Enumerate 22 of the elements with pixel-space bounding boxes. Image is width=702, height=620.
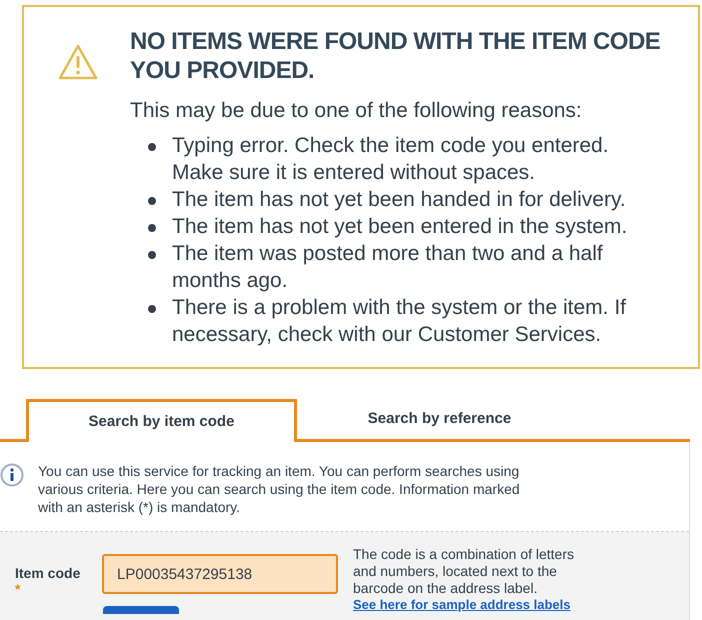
- reason-text: The item was posted more than two and a half months ago.: [172, 241, 604, 294]
- alert-title: NO ITEMS WERE FOUND WITH THE ITEM CODE YOU PROVIDED.: [130, 27, 662, 85]
- info-text: You can use this service for tracking an item. You can perform searches using various criteria. Here you can search using the item code. Information marked with an asterisk (*) is mandatory.: [38, 462, 521, 516]
- sample-labels-link[interactable]: See here for sample address labels: [353, 597, 593, 612]
- required-mark: *: [15, 581, 22, 597]
- reason-text: The item has not yet been handed in for delivery.: [172, 187, 626, 213]
- bullet-icon: [148, 305, 156, 313]
- tab[interactable]: Search by reference: [297, 399, 582, 439]
- submit-button[interactable]: [103, 606, 179, 614]
- warning-icon: [57, 43, 99, 81]
- bullet-icon: [148, 197, 156, 205]
- help-text: The code is a combination of letters and numbers, located next to the barcode on the address label.: [353, 546, 576, 597]
- bullet-icon: [148, 224, 156, 232]
- reason-text: The item has not yet been entered in the system.: [172, 214, 628, 240]
- alert-intro: This may be due to one of the following reasons:: [130, 98, 583, 124]
- bullet-icon: [148, 251, 156, 259]
- tab[interactable]: Search by item code: [26, 399, 297, 442]
- bullet-icon: [148, 143, 156, 151]
- reason-text: There is a problem with the system or the item. If necessary, check with our Customer Services.: [172, 295, 628, 348]
- field-label: Item code: [15, 565, 82, 581]
- item-code-field[interactable]: LP00035437295138: [102, 554, 338, 594]
- reason-text: Typing error. Check the item code you entered. Make sure it is entered without spaces.: [172, 133, 610, 186]
